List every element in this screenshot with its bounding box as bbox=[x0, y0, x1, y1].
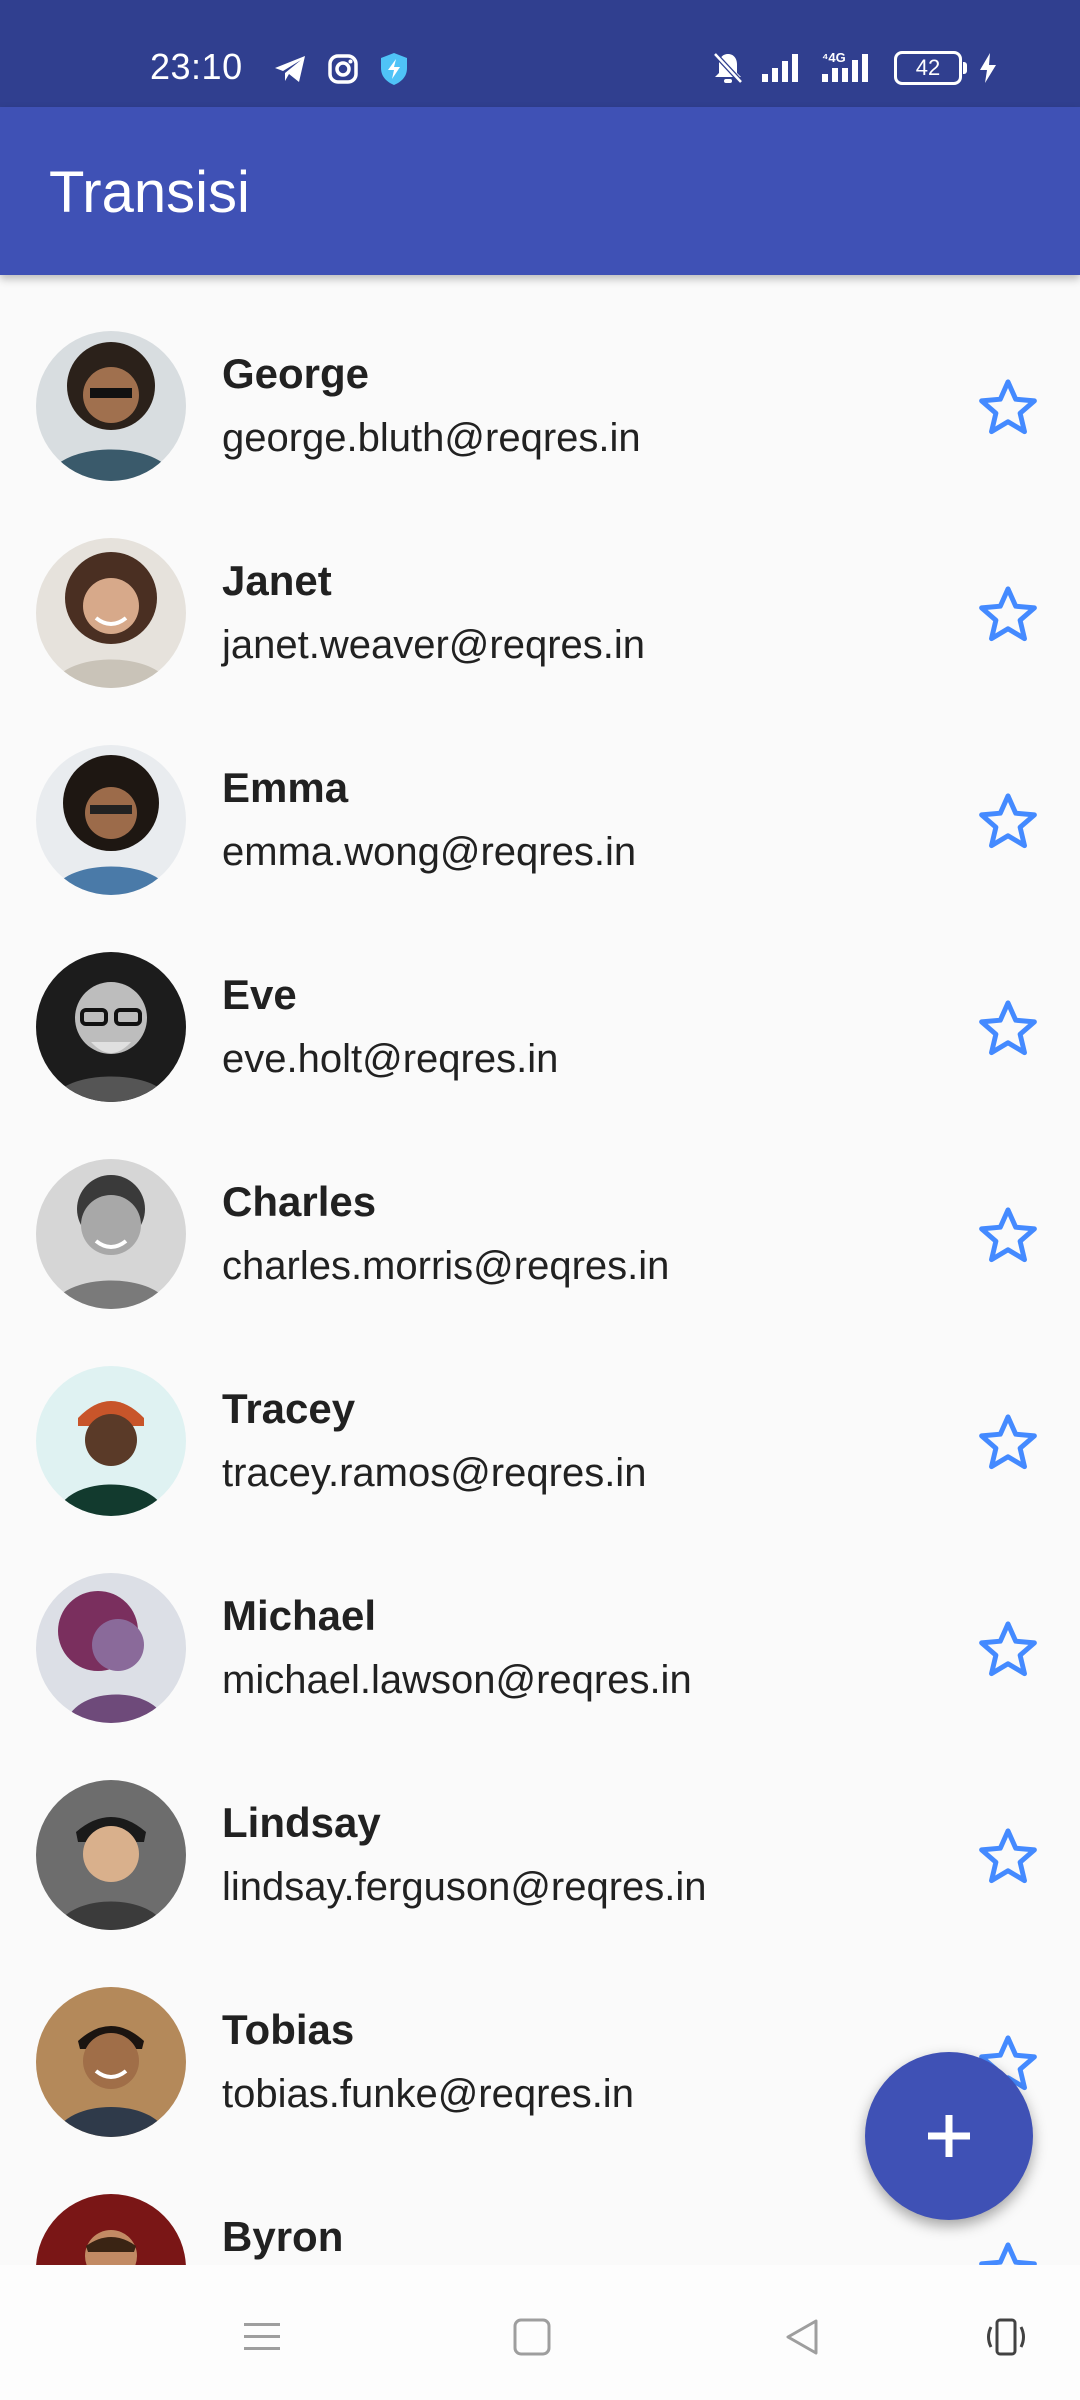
shield-bolt-icon bbox=[381, 53, 407, 85]
avatar bbox=[36, 1573, 186, 1723]
star-outline-icon[interactable] bbox=[975, 996, 1041, 1062]
status-icons-right: ⁴4G 42 bbox=[712, 50, 998, 86]
list-item[interactable]: Tracey tracey.ramos@reqres.in bbox=[0, 1310, 1080, 1517]
avatar bbox=[36, 331, 186, 481]
avatar bbox=[36, 1159, 186, 1309]
user-email: george.bluth@reqres.in bbox=[222, 416, 641, 460]
user-name: Janet bbox=[222, 557, 332, 604]
list-item[interactable]: Janet janet.weaver@reqres.in bbox=[0, 482, 1080, 689]
battery-icon: 42 bbox=[894, 51, 967, 85]
plus-icon bbox=[928, 2115, 970, 2157]
user-name: Charles bbox=[222, 1178, 377, 1225]
star-outline-icon[interactable] bbox=[975, 1617, 1041, 1683]
user-email: emma.wong@reqres.in bbox=[222, 830, 637, 874]
star-outline-icon[interactable] bbox=[975, 1410, 1041, 1476]
user-name: Tobias bbox=[222, 2006, 355, 2053]
user-name: Michael bbox=[222, 1592, 377, 1639]
user-name: Lindsay bbox=[222, 1799, 381, 1846]
star-outline-icon[interactable] bbox=[975, 2238, 1041, 2265]
menu-icon[interactable] bbox=[240, 2315, 284, 2359]
avatar bbox=[36, 1780, 186, 1930]
avatar bbox=[36, 538, 186, 688]
rotate-icon[interactable] bbox=[984, 2315, 1028, 2359]
back-icon[interactable] bbox=[780, 2315, 824, 2359]
system-nav-bar bbox=[0, 2265, 1080, 2400]
list-item[interactable]: Michael michael.lawson@reqres.in bbox=[0, 1517, 1080, 1724]
home-icon[interactable] bbox=[510, 2315, 554, 2359]
app-bar: Transisi bbox=[0, 107, 1080, 275]
user-name: Tracey bbox=[222, 1385, 356, 1432]
user-name: George bbox=[222, 350, 370, 397]
star-outline-icon[interactable] bbox=[975, 375, 1041, 441]
star-outline-icon[interactable] bbox=[975, 789, 1041, 855]
status-bar: 23:10 ⁴4G 42 bbox=[0, 0, 1080, 107]
instagram-icon bbox=[328, 54, 358, 84]
avatar bbox=[36, 2194, 186, 2265]
user-email: charles.morris@reqres.in bbox=[222, 1244, 670, 1288]
star-outline-icon[interactable] bbox=[975, 1203, 1041, 1269]
star-outline-icon[interactable] bbox=[975, 1824, 1041, 1890]
list-item[interactable]: George george.bluth@reqres.in bbox=[0, 275, 1080, 482]
user-email: janet.weaver@reqres.in bbox=[222, 623, 646, 667]
svg-text:⁴4G: ⁴4G bbox=[822, 50, 846, 65]
user-name: Emma bbox=[222, 764, 349, 811]
signal-icon bbox=[762, 54, 798, 82]
list-item[interactable]: Charles charles.morris@reqres.in bbox=[0, 1103, 1080, 1310]
user-email: michael.lawson@reqres.in bbox=[222, 1658, 692, 1702]
user-name: Byron bbox=[222, 2213, 344, 2260]
user-email: tracey.ramos@reqres.in bbox=[222, 1451, 647, 1495]
status-time: 23:10 bbox=[150, 46, 243, 87]
telegram-icon bbox=[275, 56, 305, 82]
user-email: eve.holt@reqres.in bbox=[222, 1037, 559, 1081]
charging-icon bbox=[980, 53, 996, 83]
list-item[interactable]: Eve eve.holt@reqres.in bbox=[0, 896, 1080, 1103]
user-email: tobias.funke@reqres.in bbox=[222, 2072, 634, 2116]
add-button[interactable] bbox=[865, 2052, 1033, 2220]
bell-off-icon bbox=[713, 52, 743, 84]
avatar bbox=[36, 1366, 186, 1516]
user-email: lindsay.ferguson@reqres.in bbox=[222, 1865, 707, 1909]
user-name: Eve bbox=[222, 971, 297, 1018]
list-item[interactable]: Lindsay lindsay.ferguson@reqres.in bbox=[0, 1724, 1080, 1931]
star-outline-icon[interactable] bbox=[975, 582, 1041, 648]
avatar bbox=[36, 1987, 186, 2137]
signal-4g-icon: ⁴4G bbox=[822, 50, 868, 82]
status-icons-left bbox=[273, 52, 409, 86]
avatar bbox=[36, 745, 186, 895]
avatar bbox=[36, 952, 186, 1102]
list-item[interactable]: Emma emma.wong@reqres.in bbox=[0, 689, 1080, 896]
app-title: Transisi bbox=[49, 160, 250, 225]
user-list[interactable]: George george.bluth@reqres.in Janet jane… bbox=[0, 275, 1080, 2265]
